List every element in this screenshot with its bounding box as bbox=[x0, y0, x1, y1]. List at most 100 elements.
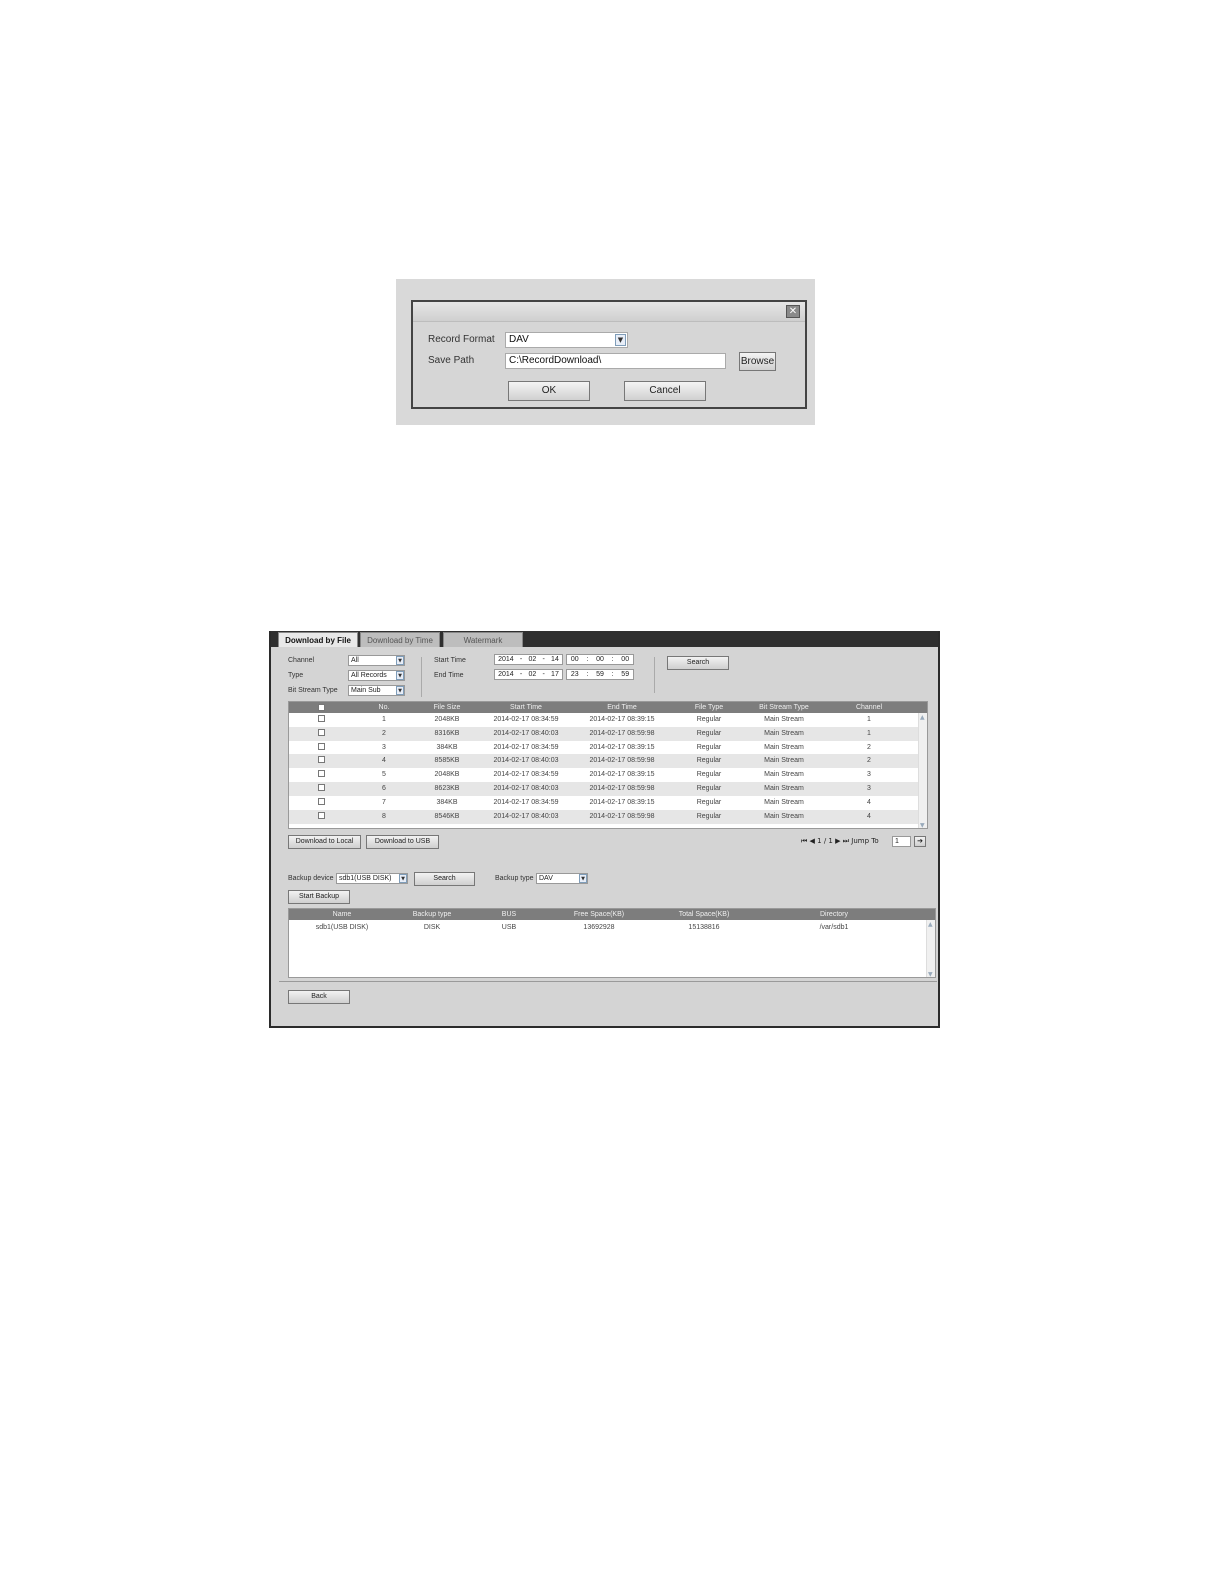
backup-device-select[interactable]: sdb1(USB DISK) ▼ bbox=[336, 873, 408, 884]
file-table: No. File Size Start Time End Time File T… bbox=[288, 701, 928, 829]
cell-bitstream: Main Stream bbox=[764, 743, 804, 751]
record-format-label: Record Format bbox=[428, 334, 495, 345]
back-button[interactable]: Back bbox=[288, 990, 350, 1004]
row-checkbox[interactable] bbox=[318, 728, 325, 736]
select-all-checkbox[interactable] bbox=[318, 704, 325, 711]
cell-bitstream: Main Stream bbox=[764, 785, 804, 792]
backup-type-select[interactable]: DAV ▼ bbox=[536, 873, 588, 884]
bitstream-select[interactable]: Main Sub ▼ bbox=[348, 685, 405, 696]
scroll-up-icon[interactable]: ▲ bbox=[920, 714, 925, 721]
table-row[interactable]: 7 384KB 2014-02-17 08:34:59 2014-02-17 08:3… bbox=[289, 796, 918, 810]
chevron-down-icon[interactable]: ▼ bbox=[615, 334, 626, 346]
browse-button[interactable]: Browse bbox=[739, 352, 776, 371]
cell-channel: 1 bbox=[867, 729, 871, 737]
row-checkbox[interactable] bbox=[318, 742, 325, 750]
record-format-select[interactable]: DAV ▼ bbox=[505, 332, 628, 348]
cell-free-space: 13692928 bbox=[583, 924, 615, 931]
page-indicator: 1 / 1 bbox=[817, 837, 833, 845]
col-no: No. bbox=[378, 704, 390, 711]
prev-page-icon[interactable]: ◀ bbox=[810, 837, 815, 845]
cell-end-time: 2014-02-17 08:59:98 bbox=[589, 729, 655, 737]
divider bbox=[654, 657, 655, 693]
scroll-down-icon[interactable]: ▼ bbox=[920, 822, 925, 828]
channel-select[interactable]: All ▼ bbox=[348, 655, 405, 666]
start-hour: 00 bbox=[570, 656, 579, 663]
last-page-icon[interactable]: ⏭ bbox=[843, 837, 849, 845]
table-row[interactable]: 4 8585KB 2014-02-17 08:40:03 2014-02-17 08:… bbox=[289, 754, 918, 769]
row-checkbox[interactable] bbox=[318, 770, 325, 778]
col-free-space: Free Space(KB) bbox=[573, 911, 625, 918]
start-year: 2014 bbox=[498, 656, 514, 663]
cell-total-space: 15138816 bbox=[688, 924, 720, 931]
cancel-button[interactable]: Cancel bbox=[624, 381, 706, 401]
next-page-icon[interactable]: ▶ bbox=[835, 837, 840, 845]
cell-end-time: 2014-02-17 08:59:98 bbox=[589, 757, 655, 765]
cell-start-time: 2014-02-17 08:34:59 bbox=[493, 798, 559, 806]
cell-channel: 2 bbox=[867, 743, 871, 751]
start-clock-input[interactable]: 00 : 00 : 00 bbox=[566, 654, 634, 665]
go-icon[interactable]: ➔ bbox=[914, 836, 926, 847]
tab-bar: Download by File Download by Time Waterm… bbox=[271, 631, 938, 647]
chevron-down-icon[interactable]: ▼ bbox=[399, 874, 407, 883]
backup-table-scrollbar[interactable]: ▲ ▼ bbox=[926, 920, 935, 977]
row-checkbox[interactable] bbox=[318, 784, 325, 791]
save-path-input[interactable]: C:\RecordDownload\ bbox=[505, 353, 726, 369]
end-hour: 23 bbox=[570, 671, 579, 678]
cell-bus: USB bbox=[501, 924, 517, 931]
scroll-down-icon[interactable]: ▼ bbox=[928, 971, 933, 977]
tab-download-by-time[interactable]: Download by Time bbox=[360, 632, 440, 647]
cell-end-time: 2014-02-17 08:59:98 bbox=[589, 812, 655, 820]
file-table-scrollbar[interactable]: ▲ ▼ bbox=[918, 713, 927, 828]
col-channel: Channel bbox=[855, 704, 883, 711]
first-page-icon[interactable]: ⏮ bbox=[801, 837, 807, 845]
cell-end-time: 2014-02-17 08:39:15 bbox=[589, 743, 655, 751]
table-row[interactable]: 5 2048KB 2014-02-17 08:34:59 2014-02-17 08:… bbox=[289, 768, 918, 782]
chevron-down-icon[interactable]: ▼ bbox=[579, 874, 587, 883]
cell-bitstream: Main Stream bbox=[764, 812, 804, 820]
cell-start-time: 2014-02-17 08:34:59 bbox=[493, 716, 559, 723]
cell-file-size: 2048KB bbox=[434, 716, 460, 723]
start-date-input[interactable]: 2014 - 02 - 14 bbox=[494, 654, 563, 665]
end-clock-input[interactable]: 23 : 59 : 59 bbox=[566, 669, 634, 680]
start-backup-button[interactable]: Start Backup bbox=[288, 890, 350, 904]
backup-device-table: Name Backup type BUS Free Space(KB) Tota… bbox=[288, 908, 936, 978]
download-to-local-button[interactable]: Download to Local bbox=[288, 835, 361, 849]
row-checkbox[interactable] bbox=[318, 756, 325, 764]
end-date-input[interactable]: 2014 - 02 - 17 bbox=[494, 669, 563, 680]
chevron-down-icon[interactable]: ▼ bbox=[396, 686, 404, 695]
record-format-value: DAV bbox=[509, 334, 529, 345]
close-icon[interactable]: ✕ bbox=[786, 305, 800, 318]
cell-bitstream: Main Stream bbox=[764, 757, 804, 765]
tab-download-by-file[interactable]: Download by File bbox=[278, 632, 358, 647]
table-row[interactable]: 2 8316KB 2014-02-17 08:40:03 2014-02-17 08:… bbox=[289, 726, 918, 741]
download-to-usb-button[interactable]: Download to USB bbox=[366, 835, 439, 849]
chevron-down-icon[interactable]: ▼ bbox=[396, 671, 404, 680]
time-sep: : bbox=[586, 656, 589, 663]
table-row[interactable]: 6 8623KB 2014-02-17 08:40:03 2014-02-17 08:… bbox=[289, 782, 918, 796]
row-checkbox[interactable] bbox=[318, 811, 325, 819]
jump-to-input[interactable]: 1 bbox=[892, 836, 911, 847]
cell-bitstream: Main Stream bbox=[764, 771, 804, 779]
backup-search-button[interactable]: Search bbox=[414, 872, 475, 886]
file-search-button[interactable]: Search bbox=[667, 656, 729, 670]
backup-table-row[interactable]: sdb1(USB DISK) DISK USB 13692928 1513881… bbox=[289, 921, 928, 935]
cell-name: sdb1(USB DISK) bbox=[315, 924, 369, 931]
col-file-type: File Type bbox=[694, 704, 724, 711]
backup-device-label: Backup device bbox=[288, 875, 334, 882]
cell-no: 3 bbox=[382, 743, 386, 751]
table-row[interactable]: 3 384KB 2014-02-17 08:34:59 2014-02-17 08:3… bbox=[289, 741, 918, 755]
type-select[interactable]: All Records ▼ bbox=[348, 670, 405, 681]
cell-start-time: 2014-02-17 08:34:59 bbox=[493, 771, 559, 779]
row-checkbox[interactable] bbox=[318, 715, 325, 722]
ok-button[interactable]: OK bbox=[508, 381, 590, 401]
table-row[interactable]: 1 2048KB 2014-02-17 08:34:59 2014-02-17 08:… bbox=[289, 713, 918, 727]
chevron-down-icon[interactable]: ▼ bbox=[396, 656, 404, 665]
end-month: 02 bbox=[528, 671, 537, 678]
table-row[interactable]: 8 8546KB 2014-02-17 08:40:03 2014-02-17 08:… bbox=[289, 809, 918, 824]
cell-backup-type: DISK bbox=[423, 924, 441, 931]
divider bbox=[421, 657, 422, 697]
row-checkbox[interactable] bbox=[318, 797, 325, 805]
cell-end-time: 2014-02-17 08:39:15 bbox=[589, 798, 655, 806]
tab-watermark[interactable]: Watermark bbox=[443, 632, 523, 647]
scroll-up-icon[interactable]: ▲ bbox=[928, 921, 933, 928]
